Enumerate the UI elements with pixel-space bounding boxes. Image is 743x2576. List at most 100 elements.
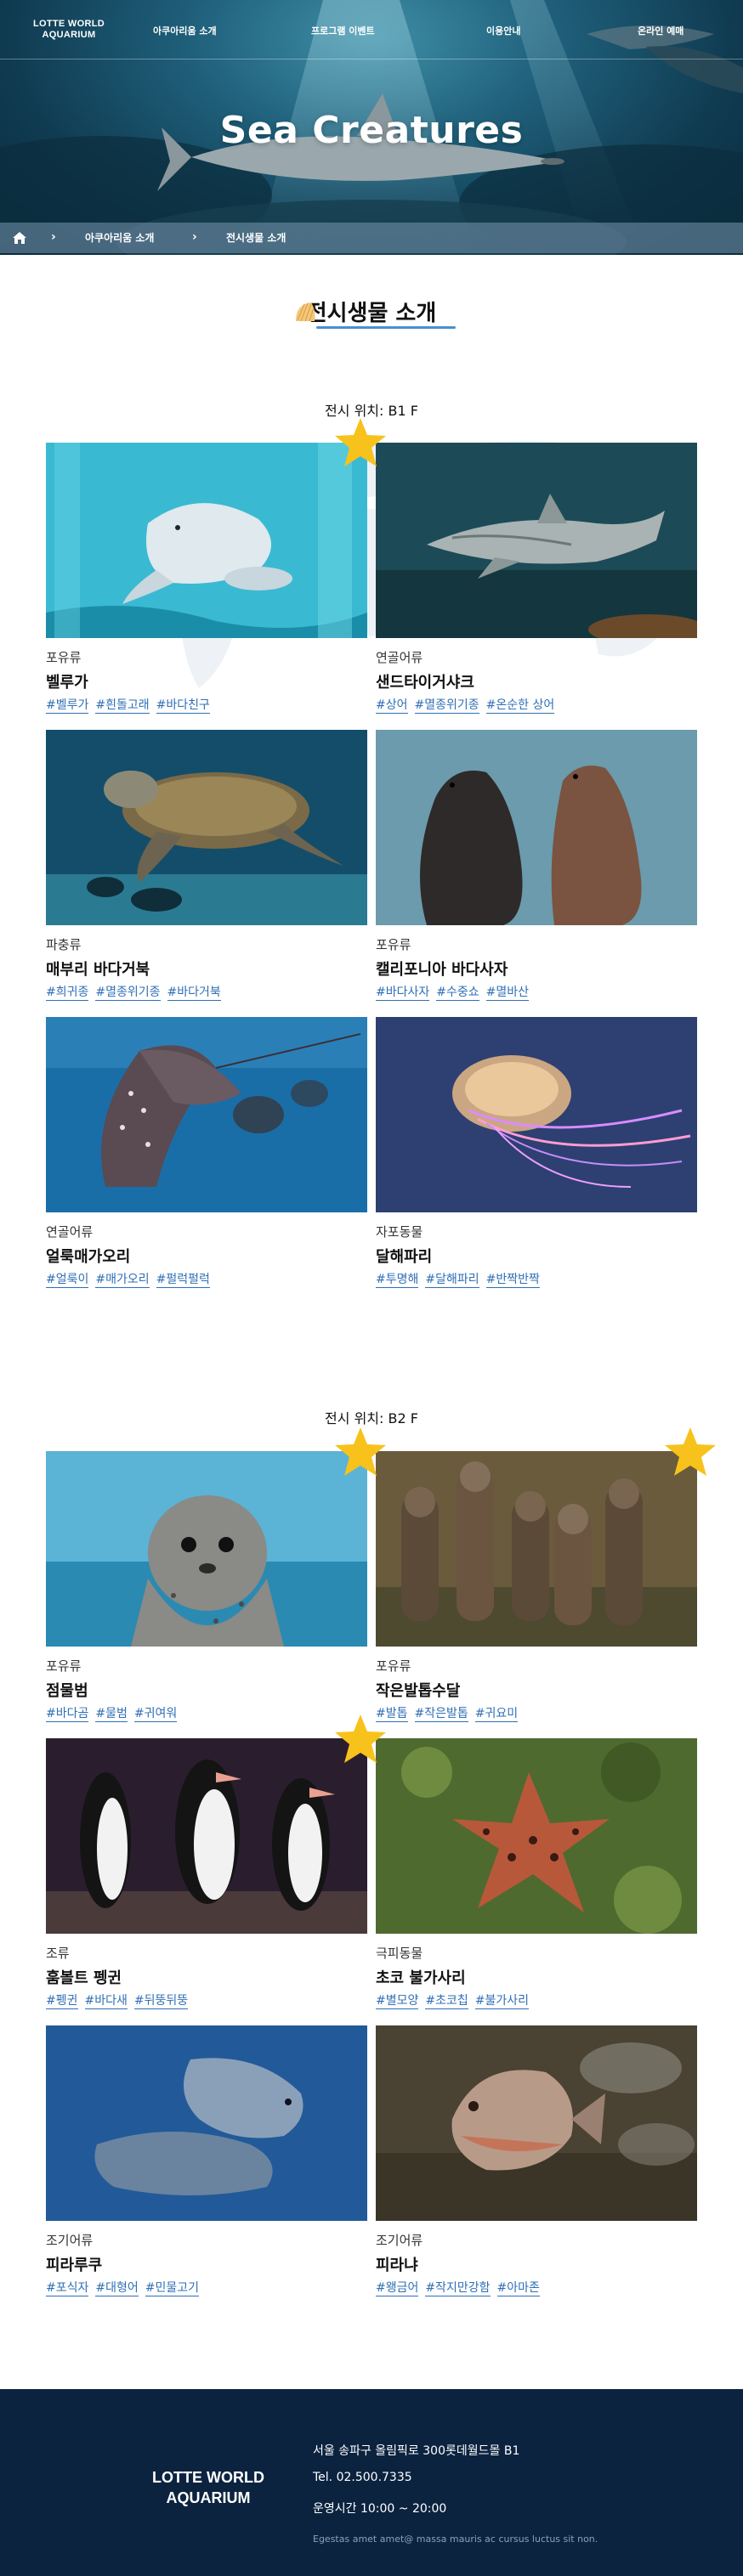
menu-item-about[interactable]: 아쿠아리움 소개 <box>153 24 217 37</box>
creature-image[interactable] <box>46 1738 367 1934</box>
hashtag[interactable]: #바다곰 <box>46 1706 89 1722</box>
footer-note: Egestas amet amet@ massa mauris ac cursu… <box>313 2534 598 2545</box>
hashtag[interactable]: #펄럭펄럭 <box>156 1272 210 1288</box>
creature-tags: #발톱 #작은발톱 #귀요미 <box>376 1704 525 1722</box>
hashtag[interactable]: #귀여워 <box>133 1706 178 1722</box>
creature-image[interactable] <box>46 1017 367 1212</box>
menu-item-guide[interactable]: 이용안내 <box>486 24 520 37</box>
hashtag[interactable]: #작은발톱 <box>414 1706 468 1722</box>
chevron-right-icon: › <box>51 230 56 244</box>
hashtag[interactable]: #투명해 <box>376 1272 419 1288</box>
creature-tags: #별모양 #초코칩 #불가사리 <box>376 1991 536 2009</box>
hashtag[interactable]: #바다사자 <box>376 985 430 1001</box>
creature-name[interactable]: 초코 불가사리 <box>376 1966 466 1988</box>
creature-category: 포유류 <box>376 1658 411 1674</box>
creature-tags: #상어 #멸종위기종 #온순한 상어 <box>376 696 561 714</box>
creature-category: 포유류 <box>46 1658 82 1674</box>
hashtag[interactable]: #불가사리 <box>474 1993 530 2009</box>
star-icon <box>335 418 386 466</box>
hashtag[interactable]: #벨루가 <box>46 698 89 714</box>
creature-image[interactable] <box>376 1451 697 1647</box>
creature-tags: #희귀종 #멸종위기종 #바다거북 <box>46 983 228 1001</box>
hashtag[interactable]: #바다새 <box>84 1993 128 2009</box>
hashtag[interactable]: #멸바산 <box>485 985 530 1001</box>
creature-tags: #펭귄 #바다새 #뒤뚱뒤뚱 <box>46 1991 195 2009</box>
hashtag[interactable]: #멸종위기종 <box>414 698 479 714</box>
creature-name[interactable]: 훔볼트 펭귄 <box>46 1966 122 1988</box>
creature-image[interactable] <box>46 730 367 925</box>
hashtag[interactable]: #민물고기 <box>145 2280 200 2296</box>
creature-category: 조류 <box>46 1946 70 1961</box>
menu-item-programs[interactable]: 프로그램 이벤트 <box>311 24 375 37</box>
footer-address: 서울 송파구 올림픽로 300롯데월드몰 B1 <box>313 2444 520 2458</box>
section-title-text: 전시생물 소개 <box>306 301 437 326</box>
creature-image[interactable] <box>46 443 367 638</box>
hashtag[interactable]: #펭귄 <box>46 1993 78 2009</box>
creature-name[interactable]: 캘리포니아 바다사자 <box>376 958 508 980</box>
site-logo[interactable]: LOTTE WORLD AQUARIUM <box>31 19 107 41</box>
hashtag[interactable]: #왱금어 <box>376 2280 419 2296</box>
hashtag[interactable]: #귀요미 <box>474 1706 519 1722</box>
hashtag[interactable]: #포식자 <box>46 2280 89 2296</box>
title-underline <box>316 326 456 329</box>
home-icon[interactable] <box>12 231 27 245</box>
star-icon <box>335 1427 386 1476</box>
creature-name[interactable]: 피라루쿠 <box>46 2253 102 2275</box>
creature-image[interactable] <box>376 443 697 638</box>
creature-category: 포유류 <box>376 937 411 952</box>
hashtag[interactable]: #뒤뚱뒤뚱 <box>133 1993 189 2009</box>
site-footer: LOTTE WORLD AQUARIUM 서울 송파구 올림픽로 300롯데월드… <box>0 2389 743 2576</box>
breadcrumb-item-creatures[interactable]: 전시생물 소개 <box>226 230 286 245</box>
hashtag[interactable]: #아마존 <box>496 2280 540 2296</box>
hashtag[interactable]: #작지만강함 <box>425 2280 491 2296</box>
hashtag[interactable]: #온순한 상어 <box>485 698 555 714</box>
creature-image[interactable] <box>376 2025 697 2221</box>
logo-line-1: LOTTE WORLD <box>33 19 105 29</box>
hashtag[interactable]: #수중쇼 <box>436 985 479 1001</box>
creature-category: 파충류 <box>46 937 82 952</box>
footer-tel: Tel. 02.500.7335 <box>313 2471 412 2484</box>
hashtag[interactable]: #물범 <box>95 1706 128 1722</box>
creature-image[interactable] <box>46 1451 367 1647</box>
section-title: 전시생물 소개 <box>0 296 743 329</box>
menu-item-booking[interactable]: 온라인 예매 <box>638 24 683 37</box>
hero-banner: LOTTE WORLD AQUARIUM 아쿠아리움 소개 프로그램 이벤트 이… <box>0 0 743 255</box>
creature-tags: #바다곰 #물범 #귀여워 <box>46 1704 184 1722</box>
creature-image[interactable] <box>376 1017 697 1212</box>
creature-name[interactable]: 작은발톱수달 <box>376 1679 460 1701</box>
top-navigation: LOTTE WORLD AQUARIUM 아쿠아리움 소개 프로그램 이벤트 이… <box>0 0 743 59</box>
creature-category: 자포동물 <box>376 1224 423 1240</box>
hashtag[interactable]: #매가오리 <box>95 1272 150 1288</box>
breadcrumb: › 아쿠아리움 소개 › 전시생물 소개 <box>0 223 743 253</box>
hashtag[interactable]: #희귀종 <box>46 985 89 1001</box>
creature-image[interactable] <box>46 2025 367 2221</box>
hashtag[interactable]: #바다친구 <box>156 698 210 714</box>
creature-tags: #왱금어 #작지만강함 #아마존 <box>376 2279 547 2296</box>
hashtag[interactable]: #별모양 <box>376 1993 419 2009</box>
star-icon <box>335 1715 386 1763</box>
creature-name[interactable]: 달해파리 <box>376 1245 432 1267</box>
hashtag[interactable]: #상어 <box>376 698 408 714</box>
hashtag[interactable]: #멸종위기종 <box>95 985 161 1001</box>
star-icon <box>665 1427 716 1476</box>
hashtag[interactable]: #얼룩이 <box>46 1272 89 1288</box>
creature-name[interactable]: 피라냐 <box>376 2253 418 2275</box>
creature-name[interactable]: 샌드타이거샤크 <box>376 670 474 692</box>
hashtag[interactable]: #초코칩 <box>425 1993 468 2009</box>
creature-name[interactable]: 벨루가 <box>46 670 88 692</box>
hashtag[interactable]: #바다거북 <box>167 985 221 1001</box>
hashtag[interactable]: #흰돌고래 <box>95 698 150 714</box>
chevron-right-icon: › <box>192 230 197 244</box>
breadcrumb-item-about[interactable]: 아쿠아리움 소개 <box>85 230 154 245</box>
creature-name[interactable]: 얼룩매가오리 <box>46 1245 130 1267</box>
creature-image[interactable] <box>376 730 697 925</box>
creature-name[interactable]: 매부리 바다거북 <box>46 958 150 980</box>
footer-logo[interactable]: LOTTE WORLD AQUARIUM <box>145 2467 272 2508</box>
creature-name[interactable]: 점물범 <box>46 1679 88 1701</box>
hashtag[interactable]: #대형어 <box>95 2280 139 2296</box>
creature-image[interactable] <box>376 1738 697 1934</box>
hashtag[interactable]: #반짝반짝 <box>485 1272 540 1288</box>
hashtag[interactable]: #달해파리 <box>425 1272 479 1288</box>
creature-category: 극피동물 <box>376 1946 423 1961</box>
creature-tags: #벨루가 #흰돌고래 #바다친구 <box>46 696 217 714</box>
